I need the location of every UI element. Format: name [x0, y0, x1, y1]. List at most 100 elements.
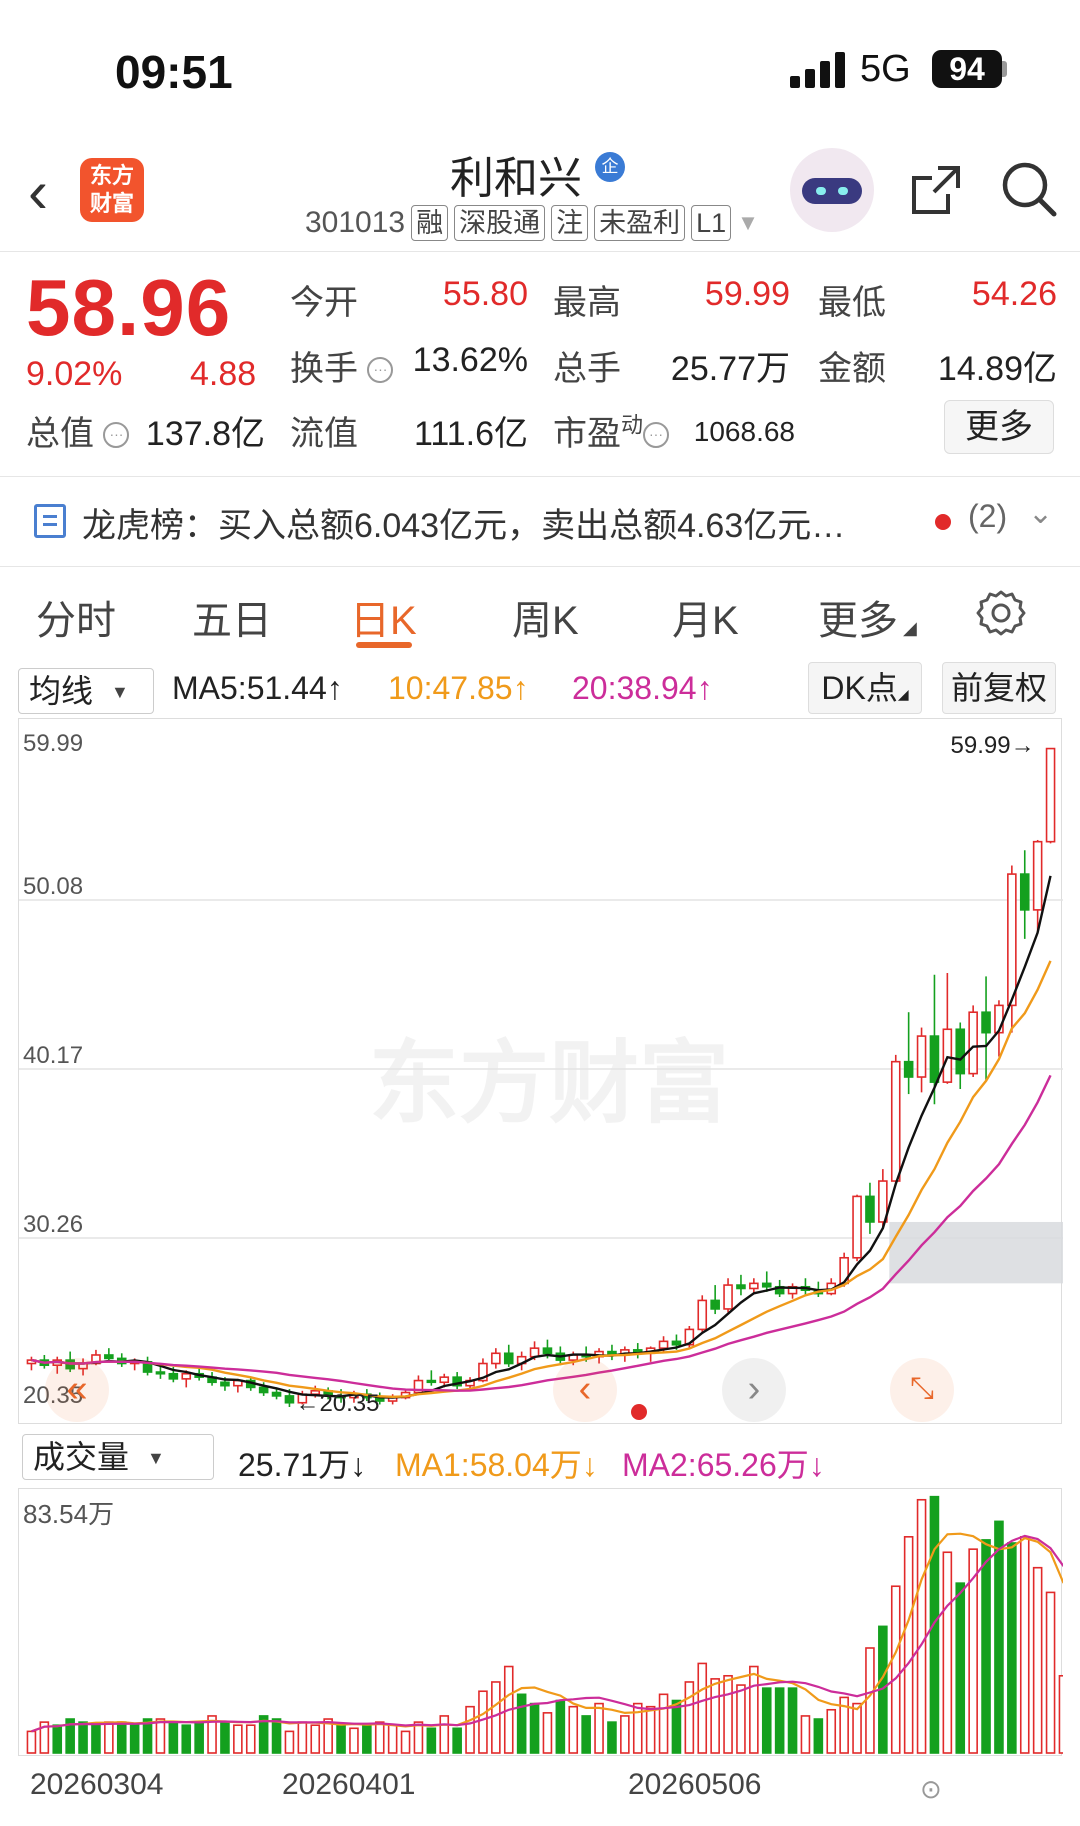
volume-bar	[620, 1715, 630, 1754]
share-icon[interactable]	[908, 162, 964, 218]
volume-bar	[1045, 1591, 1056, 1754]
pe-label: 市盈动 ···	[553, 406, 670, 455]
candle-body	[955, 1028, 966, 1075]
chevron-down-icon[interactable]: ⌄	[1028, 496, 1053, 531]
pan-left-icon[interactable]: ‹	[553, 1358, 617, 1422]
tab-monthly-k[interactable]: 月K	[672, 588, 739, 646]
tab-intraday[interactable]: 分时	[36, 588, 116, 646]
volume-bar	[1058, 1674, 1069, 1754]
tag-margin[interactable]: 融	[411, 205, 449, 241]
robot-assistant-avatar[interactable]	[790, 148, 874, 232]
pe-info-icon[interactable]: ···	[643, 422, 670, 448]
back-icon[interactable]: ‹	[28, 162, 48, 222]
y-tick-label: 50.08	[23, 873, 83, 900]
candle-body	[168, 1372, 179, 1380]
volume-bar	[491, 1681, 501, 1754]
tag-unprofitable[interactable]: 未盈利	[594, 205, 686, 241]
tab-daily-k[interactable]: 日K	[350, 588, 417, 646]
tab-weekly-k[interactable]: 周K	[512, 588, 579, 646]
candle-body	[542, 1347, 553, 1355]
volume-bar	[942, 1551, 953, 1754]
ma5-value: MA5:51.44↑	[172, 670, 343, 706]
volume-bar	[542, 1712, 553, 1754]
volume-bar	[826, 1708, 837, 1754]
low-value: 54.26	[971, 275, 1057, 313]
dragon-tiger-summary[interactable]: 龙虎榜：买入总额6.043亿元，卖出总额4.63亿元…	[82, 498, 902, 547]
volume-bar	[916, 1498, 927, 1754]
volume-chart[interactable]: 83.54万	[18, 1488, 1069, 1756]
turnover-info-icon[interactable]: ···	[367, 357, 394, 383]
price-adjust-button[interactable]: 前复权	[942, 662, 1056, 714]
candle-body	[181, 1372, 192, 1380]
indicator-select[interactable]: 均线 ▼	[18, 668, 154, 714]
volume-bar	[26, 1730, 37, 1754]
header-divider	[0, 251, 1080, 252]
volume-bar	[374, 1721, 385, 1754]
volume-indicator-select[interactable]: 成交量 ▼	[22, 1434, 214, 1480]
volume-bar	[555, 1699, 566, 1754]
cellular-signal-icon	[790, 52, 846, 88]
fullscreen-icon[interactable]: ⤡	[890, 1358, 954, 1422]
candle-body	[220, 1381, 230, 1387]
volume-bar	[400, 1730, 411, 1754]
volume-bar	[129, 1724, 140, 1754]
volume-bar	[336, 1724, 346, 1754]
dk-point-button[interactable]: DK点◢	[808, 662, 922, 714]
volume-bar	[710, 1678, 720, 1754]
tags-dropdown-icon[interactable]: ▼	[737, 210, 759, 236]
turnover-value: 13.62%	[412, 341, 528, 379]
tag-registration[interactable]: 注	[551, 205, 589, 241]
volume-bar	[1007, 1542, 1017, 1754]
mktcap-info-icon[interactable]: ···	[103, 422, 130, 448]
candle-body	[916, 1035, 927, 1078]
tag-level1[interactable]: L1	[691, 205, 732, 241]
battery-tip	[1002, 61, 1007, 77]
volume-bar	[465, 1705, 475, 1754]
stock-code-row: 301013 融 深股通 注 未盈利 L1 ▼	[305, 205, 759, 241]
turnover-label: 换手 ···	[290, 341, 394, 390]
mktcap-label: 总值 ···	[26, 406, 130, 455]
watermark: 东方财富	[369, 1034, 729, 1134]
volume-value: 25.77万	[670, 350, 790, 388]
pan-right-icon[interactable]: ›	[722, 1358, 786, 1422]
volume-bar	[852, 1702, 862, 1754]
tab-more[interactable]: 更多 ◢	[818, 588, 917, 646]
volume-current: 25.71万↓	[238, 1447, 367, 1483]
battery-icon: 94	[932, 50, 1002, 88]
volume-bar	[929, 1495, 940, 1754]
weibo-watermark-icon: ⊙	[920, 1774, 942, 1804]
y-tick-label: 59.99	[23, 730, 83, 757]
app-logo[interactable]: 东方 财富	[80, 158, 144, 222]
low-label: 最低	[818, 284, 886, 322]
scroll-to-start-icon[interactable]: «	[45, 1358, 109, 1422]
more-quote-button[interactable]: 更多	[944, 400, 1054, 454]
volume-bar	[581, 1715, 591, 1754]
y-tick-label: 30.26	[23, 1211, 83, 1238]
volume-bar	[865, 1647, 875, 1754]
candle-body	[697, 1299, 708, 1331]
dragon-tiger-count[interactable]: (2)	[968, 498, 1007, 535]
volume-bar	[52, 1724, 63, 1754]
volume-bar	[271, 1718, 282, 1754]
tab-five-day[interactable]: 五日	[192, 588, 272, 646]
tag-shenzhen-connect[interactable]: 深股通	[454, 205, 546, 241]
candle-body	[942, 1028, 953, 1083]
volume-label: 总手	[553, 350, 621, 388]
volume-bar	[594, 1702, 604, 1754]
volume-bar	[1019, 1536, 1030, 1754]
volume-bar	[697, 1662, 708, 1754]
volume-bar	[529, 1702, 540, 1754]
stock-name: 利和兴	[450, 154, 582, 203]
volume-ma2: MA2:65.26万↓	[622, 1447, 825, 1483]
mktcap-value: 137.8亿	[145, 415, 265, 453]
volume-bar	[671, 1699, 682, 1754]
kline-chart[interactable]: 东方财富 59.99 50.08 40.17 30.26 20.35 59.99→ ←20.…	[18, 718, 1063, 1424]
volume-svg: 83.54万	[23, 1495, 1069, 1754]
candle-body	[258, 1386, 269, 1394]
volume-bar	[736, 1684, 746, 1754]
gear-icon[interactable]	[976, 588, 1026, 638]
volume-bar	[78, 1721, 88, 1754]
search-icon[interactable]	[1000, 160, 1058, 218]
volume-bar	[903, 1536, 914, 1754]
volume-bar	[349, 1727, 359, 1754]
